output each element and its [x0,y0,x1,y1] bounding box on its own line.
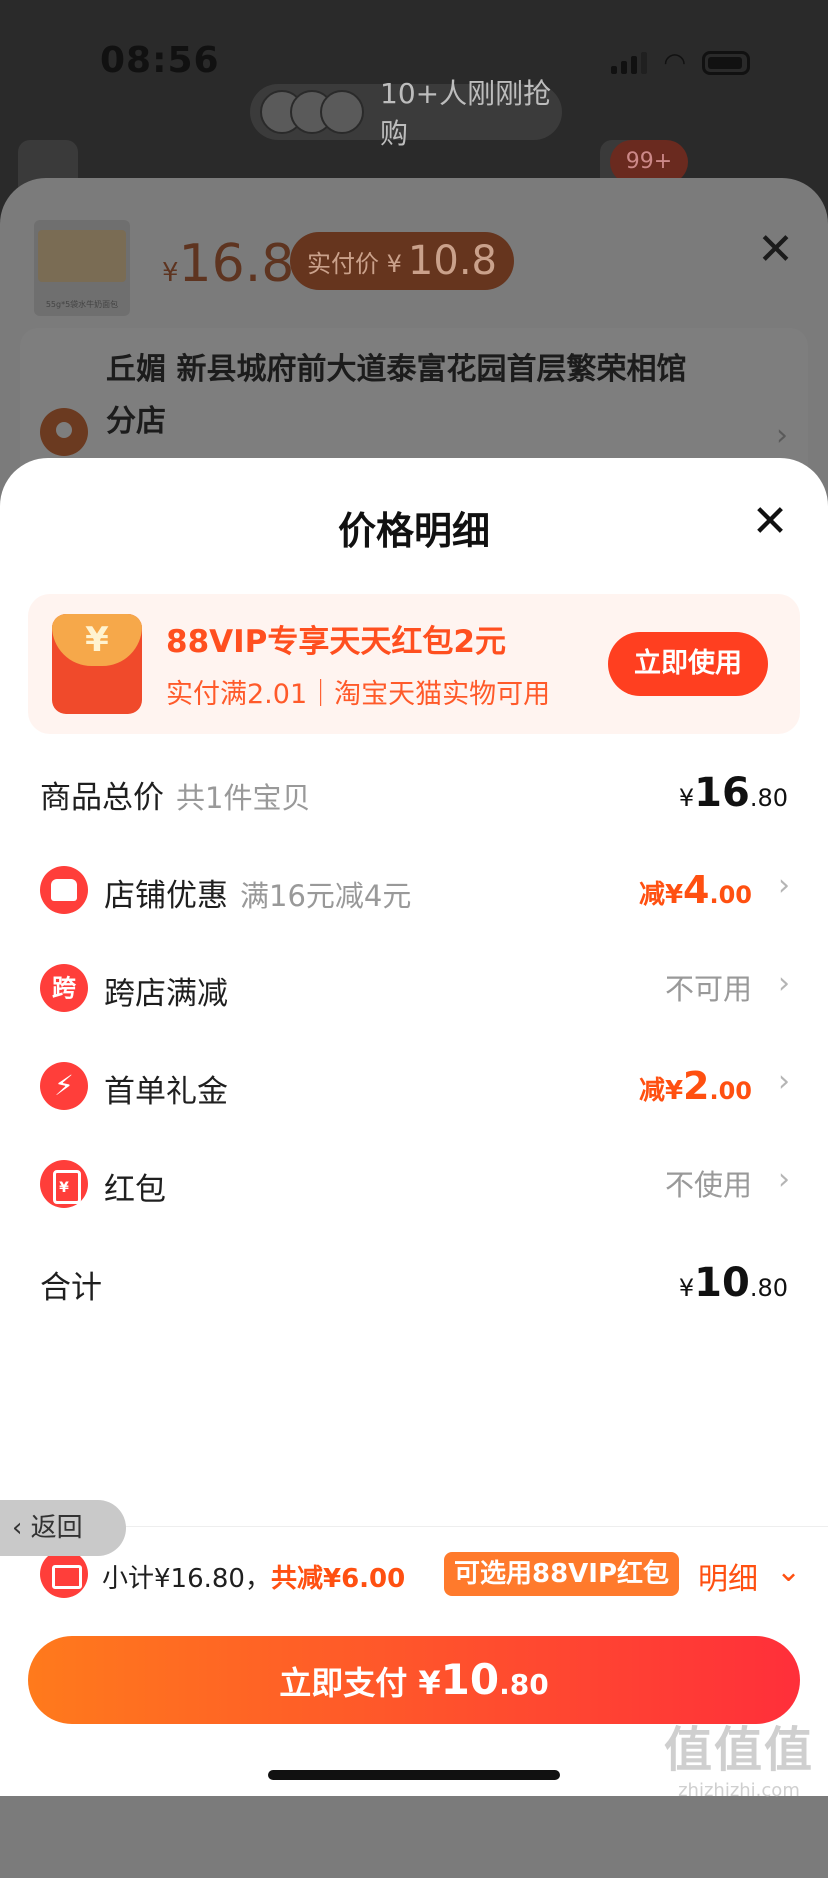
row-red-packet[interactable]: ¥ 红包 不使用 › [0,1154,828,1214]
row-label: 商品总价 [40,780,164,816]
row-value: 不使用 [664,1168,752,1202]
recent-buyers-text: 10+人刚刚抢购 [380,77,552,150]
row-value: 减¥4.00 [638,868,752,912]
row-cross-store[interactable]: 跨 跨店满减 不可用 › [0,958,828,1018]
row-label: 合计 [40,1270,102,1306]
chevron-down-icon[interactable]: ⌄ [776,1554,801,1589]
recent-buyers-pill: 10+人刚刚抢购 [250,77,562,150]
chevron-right-icon: › [776,418,788,453]
close-icon[interactable]: ✕ [740,492,800,552]
row-sub: 满16元减4元 [240,879,412,913]
row-value: 减¥2.00 [638,1064,752,1108]
status-time: 08:56 [100,40,220,81]
status-icons: ◠ [611,48,750,78]
close-icon[interactable]: ✕ [757,224,794,275]
row-label: 红包 [104,1172,166,1208]
battery-icon [702,51,750,75]
real-price-badge: 实付价 ¥10.8 [290,232,514,290]
vip-banner-subtitle: 实付满2.01｜淘宝天猫实物可用 [166,679,551,710]
vip-banner-title: 88VIP专享天天红包2元 [166,624,506,660]
red-packet-icon: ¥ [40,1160,88,1208]
row-label: 店铺优惠 [104,878,228,914]
row-shop-discount[interactable]: 店铺优惠 满16元减4元 减¥4.00 › [0,860,828,920]
row-value: ¥10.80 [678,1260,788,1306]
row-first-order-gift[interactable]: ⚡ 首单礼金 减¥2.00 › [0,1056,828,1116]
row-value: ¥16.80 [678,770,788,816]
row-sub: 共1件宝贝 [176,781,311,815]
product-thumbnail: 55g*5袋水牛奶面包 [34,220,130,316]
product-price: ¥16.8 [162,234,295,294]
row-label: 首单礼金 [104,1074,228,1110]
coupon-icon [40,1550,88,1598]
subtotal-text: 小计¥16.80，共减¥6.00 [102,1564,406,1594]
address-text: 丘媚 新县城府前大道泰富花园首层繁荣相馆分店 [106,352,687,439]
row-value: 不可用 [664,972,752,1006]
lightning-icon: ⚡ [40,1062,88,1110]
row-label: 跨店满减 [104,976,228,1012]
shop-icon [40,866,88,914]
row-goods-total: 商品总价 共1件宝贝 ¥16.80 [0,762,828,822]
location-pin-icon [40,408,88,456]
buyer-avatars [260,90,364,134]
vip-redpacket-banner: ¥ 88VIP专享天天红包2元 实付满2.01｜淘宝天猫实物可用 立即使用 [28,594,800,734]
product-thumbnail-caption: 55g*5袋水牛奶面包 [45,300,119,309]
chevron-right-icon: › [778,966,790,1001]
detail-link[interactable]: 明细 [698,1554,758,1598]
site-watermark: 值值值 zhizhizhi.com [663,1722,814,1801]
chevron-right-icon: › [778,868,790,903]
chevron-right-icon: › [778,1162,790,1197]
row-sum: 合计 ¥10.80 [0,1252,828,1312]
vip-redpacket-tag[interactable]: 可选用88VIP红包 [444,1552,680,1596]
use-now-button[interactable]: 立即使用 [608,632,768,696]
chevron-right-icon: › [778,1064,790,1099]
cross-store-icon: 跨 [40,964,88,1012]
home-indicator[interactable] [268,1770,560,1780]
signal-icon [611,52,648,74]
red-packet-icon: ¥ [52,614,142,714]
wifi-icon: ◠ [663,48,686,78]
back-button[interactable]: ‹ 返回 [0,1500,126,1556]
sheet-title: 价格明细 [337,509,490,553]
